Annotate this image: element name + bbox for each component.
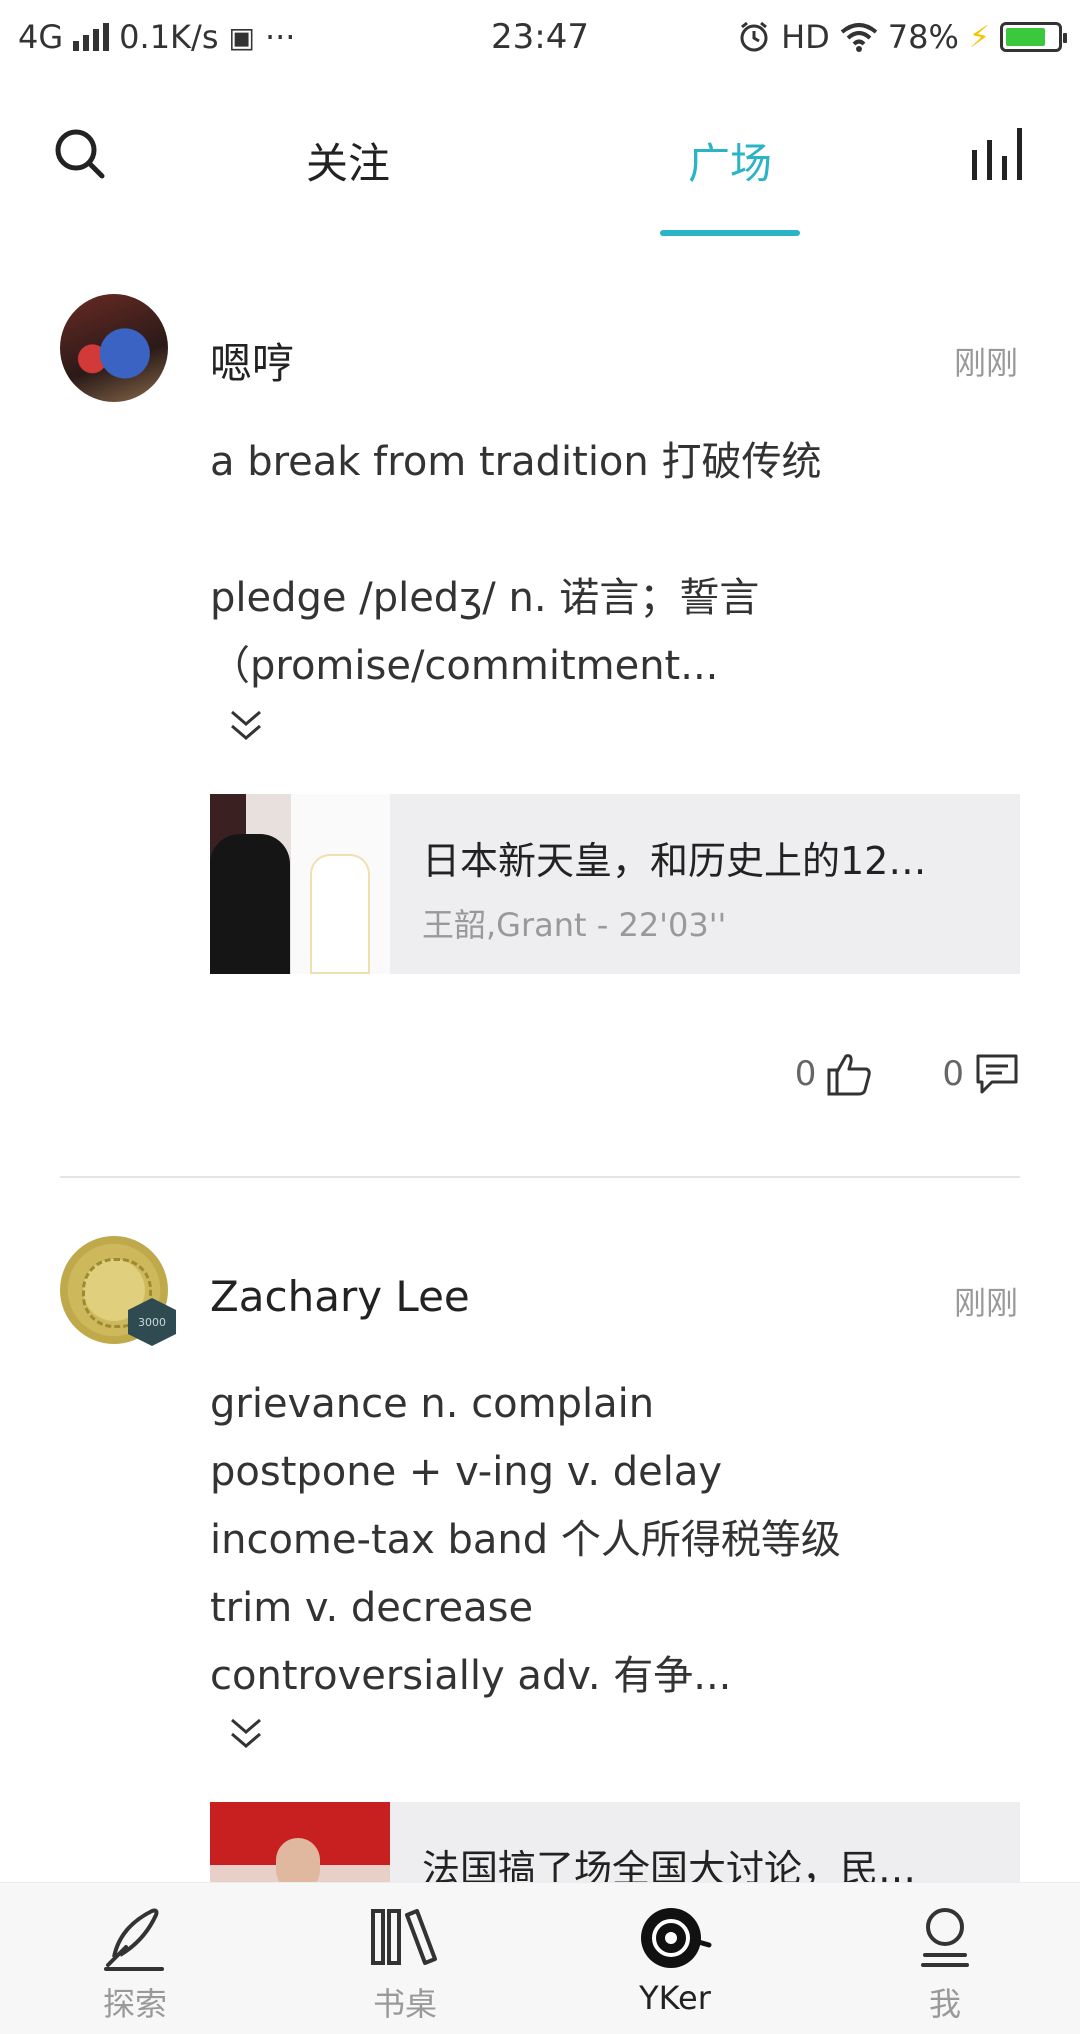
charging-icon: ⚡ (968, 19, 990, 55)
nav-yker[interactable]: YKer (575, 1883, 775, 2034)
post-time: 刚刚 (953, 1284, 1018, 1322)
post-time: 刚刚 (953, 344, 1018, 382)
battery-percent: 78% (887, 18, 959, 56)
more-indicator: ··· (264, 18, 296, 56)
quill-icon (104, 1908, 164, 1971)
top-nav: 关注 广场 (0, 74, 1080, 238)
post-divider (60, 1176, 1020, 1178)
nav-me-label: 我 (928, 1985, 961, 2023)
alarm-icon (740, 21, 768, 52)
post-actions: 0 0 (795, 1052, 1020, 1096)
like-count: 0 (794, 1054, 817, 1094)
bottom-nav: 探索 书桌 YKer 我 (0, 1882, 1080, 2034)
network-type: 4G (18, 18, 64, 56)
nav-explore[interactable]: 探索 (35, 1883, 235, 2034)
double-chevron-down-icon[interactable] (226, 706, 266, 746)
user-icon (921, 1908, 969, 1967)
nav-me[interactable]: 我 (845, 1883, 1045, 2034)
tab-follow[interactable]: 关注 (306, 130, 390, 191)
comment-count: 0 (942, 1054, 964, 1094)
hd-indicator: HD (781, 18, 830, 56)
status-bar: 4G 0.1K/s ▣ ··· 23:47 HD 78% ⚡ (0, 0, 1080, 74)
tab-square[interactable]: 广场 (688, 130, 772, 191)
username[interactable]: Zachary Lee (210, 1272, 470, 1321)
battery-level (1006, 28, 1045, 46)
double-chevron-down-icon[interactable] (226, 1714, 266, 1754)
username[interactable]: 嗯哼 (210, 330, 294, 391)
bar-chart-icon[interactable] (970, 126, 1026, 180)
wifi-icon (840, 23, 878, 52)
status-right: HD 78% ⚡ (737, 18, 1067, 56)
search-icon[interactable] (52, 126, 108, 182)
post-text[interactable]: a break from tradition 打破传统 pledge /pled… (210, 428, 1030, 700)
nav-explore-label: 探索 (102, 1985, 167, 2023)
nav-desk[interactable]: 书桌 (305, 1883, 505, 2034)
notification-icon: ▣ (228, 20, 255, 54)
media-card[interactable]: 日本新天皇，和历史上的12… 王韶,Grant - 22'03'' (210, 794, 1020, 974)
vinyl-disc-icon (641, 1908, 712, 1968)
thumbs-up-icon (827, 1054, 872, 1096)
comment-button[interactable]: 0 (942, 1052, 1020, 1096)
media-thumbnail (210, 794, 390, 974)
battery-icon (1000, 22, 1067, 52)
network-speed: 0.1K/s (119, 18, 219, 56)
nav-desk-label: 书桌 (372, 1985, 437, 2023)
post-text[interactable]: grievance n. complain postpone + v-ing v… (210, 1370, 1030, 1710)
like-button[interactable]: 0 (795, 1052, 873, 1096)
active-tab-indicator (660, 230, 800, 236)
bookshelf-icon (371, 1909, 437, 1965)
media-subtitle: 王韶,Grant - 22'03'' (422, 906, 727, 944)
signal-icon (73, 23, 110, 51)
status-left: 4G 0.1K/s ▣ ··· (18, 18, 737, 56)
media-title: 日本新天皇，和历史上的12… (422, 839, 927, 883)
avatar[interactable] (60, 294, 168, 402)
comment-icon (976, 1054, 1018, 1094)
nav-yker-label: YKer (639, 1979, 711, 2017)
